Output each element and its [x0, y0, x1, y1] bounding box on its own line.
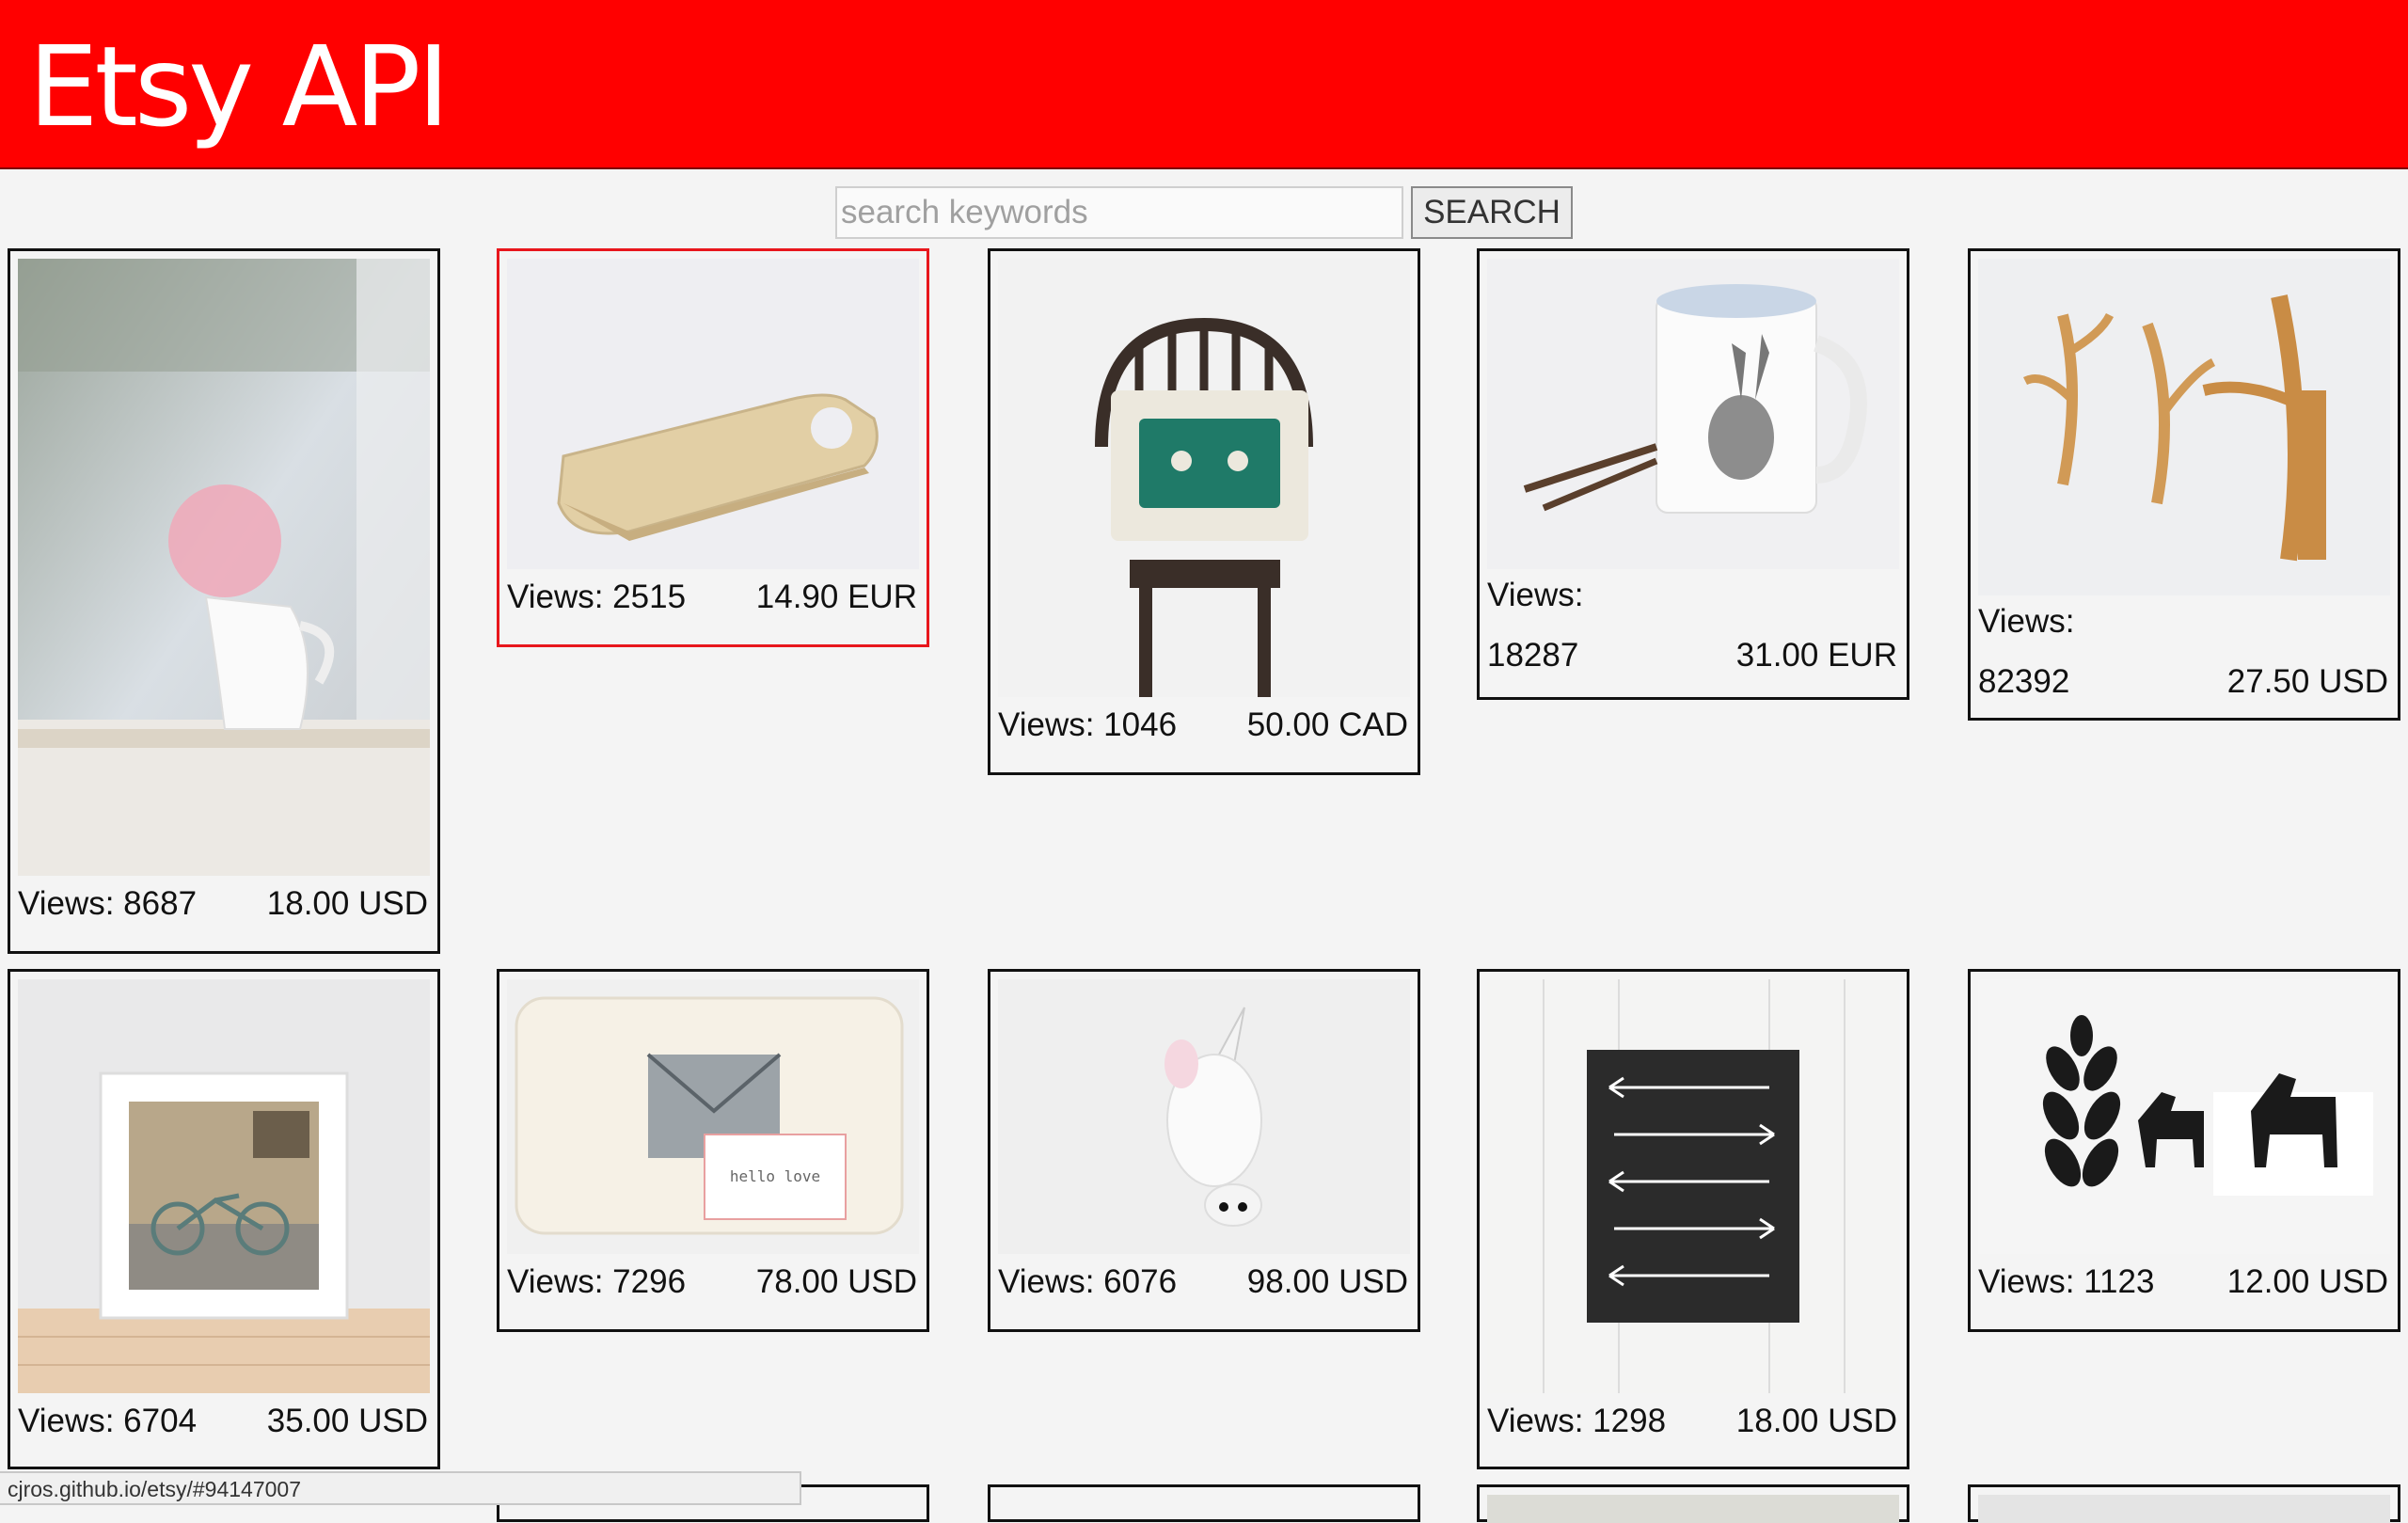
listing-views: Views: 1046 — [998, 706, 1178, 743]
listing-price: 78.00 USD — [755, 1263, 917, 1300]
listing-card[interactable] — [1477, 1484, 1909, 1523]
listing-views: 18287 — [1487, 637, 1579, 674]
listing-card[interactable]: Views: 6076 98.00 USD — [988, 969, 1420, 1332]
listing-price: 50.00 CAD — [1246, 706, 1408, 743]
listing-meta: Views: 1298 18.00 USD — [1487, 1397, 1899, 1440]
listing-card[interactable]: Views: 1046 50.00 CAD — [988, 248, 1420, 775]
listing-meta: Views: 6076 98.00 USD — [998, 1258, 1410, 1301]
listing-meta: Views: 8687 18.00 USD — [18, 880, 430, 923]
listing-card[interactable]: Views: 2515 14.90 EUR — [497, 248, 929, 647]
listing-views: Views: 1123 — [1978, 1263, 2155, 1300]
listing-card[interactable]: Views: 8687 18.00 USD — [8, 248, 440, 954]
listing-card[interactable] — [988, 1484, 1420, 1522]
listing-meta: Views: 2515 14.90 EUR — [507, 573, 919, 616]
search-button[interactable]: SEARCH — [1411, 186, 1573, 239]
listing-price: 18.00 USD — [1735, 1403, 1897, 1439]
listing-image-vase-flowers[interactable] — [18, 259, 430, 876]
listing-price: 35.00 USD — [266, 1403, 428, 1439]
listing-meta: Views: 6704 35.00 USD — [18, 1397, 430, 1440]
listing-price: 12.00 USD — [2226, 1263, 2388, 1300]
listing-card[interactable]: Views: 18287 31.00 EUR — [1477, 248, 1909, 700]
listing-views: Views: 2515 — [507, 579, 687, 615]
listing-card[interactable] — [1968, 1484, 2400, 1523]
listing-card[interactable]: Views: 1123 12.00 USD — [1968, 969, 2400, 1332]
listing-views: Views: 6076 — [998, 1263, 1178, 1300]
listing-price: 18.00 USD — [266, 885, 428, 922]
listing-views-label: Views: — [1487, 577, 1584, 613]
pillow-card-text: hello love — [730, 1167, 820, 1185]
listing-price: 27.50 USD — [2226, 663, 2388, 700]
listing-views: 82392 — [1978, 663, 2070, 700]
listing-views: Views: 8687 — [18, 885, 198, 922]
listing-card[interactable]: Views: 1298 18.00 USD — [1477, 969, 1909, 1469]
listing-image-cutting-board[interactable] — [507, 259, 919, 569]
listing-views: Views: 1298 — [1487, 1403, 1667, 1439]
listing-card[interactable]: Views: 6704 35.00 USD — [8, 969, 440, 1469]
listing-price: 98.00 USD — [1246, 1263, 1408, 1300]
listing-meta: Views: 82392 27.50 USD — [1978, 603, 2390, 701]
listing-views: Views: 6704 — [18, 1403, 198, 1439]
listing-card[interactable]: hello love Views: 7296 78.00 USD — [497, 969, 929, 1332]
listing-price: 14.90 EUR — [755, 579, 917, 615]
search-input[interactable] — [835, 186, 1403, 239]
listing-image-antler-hooks[interactable] — [1978, 259, 2390, 595]
listing-card[interactable]: Views: 82392 27.50 USD — [1968, 248, 2400, 721]
listing-image-cassette-pillow[interactable] — [998, 259, 1410, 697]
listing-image-rabbit-mug[interactable] — [1487, 259, 1899, 569]
listing-meta: Views: 1123 12.00 USD — [1978, 1258, 2390, 1301]
listing-image-arrows-chalkboard[interactable] — [1487, 979, 1899, 1393]
listing-meta: Views: 18287 31.00 EUR — [1487, 577, 1899, 674]
listing-image-hello-love-pillow[interactable]: hello love — [507, 979, 919, 1254]
browser-status-bar: cjros.github.io/etsy/#94147007 — [0, 1471, 801, 1505]
app-header: Etsy API — [0, 0, 2408, 169]
listing-meta: Views: 1046 50.00 CAD — [998, 701, 1410, 744]
listing-views-label: Views: — [1978, 603, 2075, 640]
listing-meta: Views: 7296 78.00 USD — [507, 1258, 919, 1301]
listing-price: 31.00 EUR — [1735, 637, 1897, 674]
app-title: Etsy API — [28, 22, 450, 151]
listing-image-bicycle-print[interactable] — [18, 979, 430, 1393]
listing-image-dala-horses[interactable] — [1978, 979, 2390, 1254]
listing-image-unicorn-head[interactable] — [998, 979, 1410, 1254]
listing-views: Views: 7296 — [507, 1263, 687, 1300]
